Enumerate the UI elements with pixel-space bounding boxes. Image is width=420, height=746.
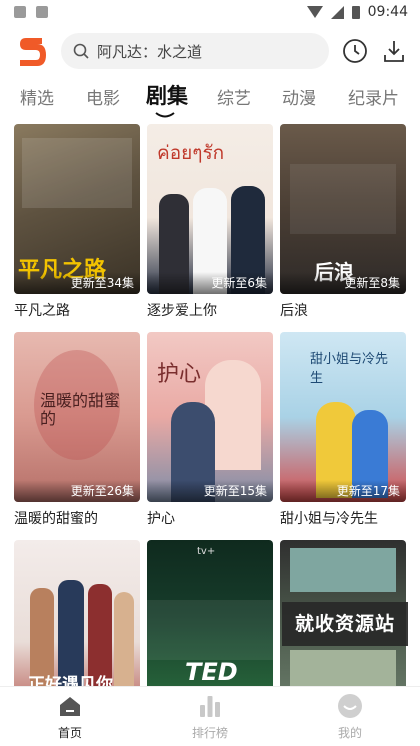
series-card[interactable]: 正好遇见你 (14, 540, 140, 710)
series-card[interactable]: tv+ TED (147, 540, 273, 710)
search-bar[interactable]: 阿凡达：水之道 (61, 33, 329, 69)
tab-series[interactable]: 剧集 (146, 80, 188, 110)
app-logo-icon[interactable] (16, 34, 46, 68)
tab-documentary[interactable]: 纪录片 (348, 84, 399, 109)
ranking-icon (200, 696, 220, 717)
nav-home-label: 首页 (57, 726, 82, 740)
update-badge: 更新至15集 (147, 480, 273, 502)
poster-title-text: 甜小姐与冷先生 (310, 352, 389, 386)
active-tab-indicator (155, 112, 175, 118)
status-left-icons (14, 6, 48, 18)
download-icon[interactable] (381, 38, 407, 64)
search-icon (73, 43, 89, 59)
search-placeholder: 阿凡达：水之道 (97, 42, 203, 61)
history-clock-icon[interactable] (342, 38, 368, 64)
wifi-icon (306, 6, 323, 18)
watermark-overlay: 就收资源站 (282, 602, 408, 646)
series-title[interactable]: 平凡之路 (14, 300, 140, 320)
notification-photo-icon (36, 6, 48, 18)
status-time: 09:44 (367, 4, 408, 20)
battery-icon (351, 5, 360, 19)
tab-movies[interactable]: 电影 (86, 84, 120, 109)
series-card[interactable]: 后浪 更新至8集 后浪 (280, 124, 406, 320)
nav-profile[interactable]: 我的 (310, 693, 390, 741)
series-poster[interactable]: 温暖的甜蜜的 更新至26集 (14, 332, 140, 502)
profile-icon (338, 694, 362, 718)
poster-title-text: TED (185, 658, 238, 686)
notification-image-icon (14, 6, 26, 18)
series-card[interactable]: ค่อยๆรัก 更新至6集 逐步爱上你 (147, 124, 273, 320)
series-card[interactable]: 温暖的甜蜜的 更新至26集 温暖的甜蜜的 (14, 332, 140, 528)
bottom-navigation: 首页 排行榜 我的 (0, 686, 420, 746)
series-card[interactable]: 护心 更新至15集 护心 (147, 332, 273, 528)
nav-home[interactable]: 首页 (30, 693, 110, 741)
tab-featured[interactable]: 精选 (20, 84, 54, 109)
series-title[interactable]: 后浪 (280, 300, 406, 320)
status-bar: 09:44 (0, 0, 420, 24)
series-poster[interactable]: 护心 更新至15集 (147, 332, 273, 502)
series-poster[interactable]: 正好遇见你 (14, 540, 140, 710)
update-badge: 更新至8集 (280, 272, 406, 294)
tab-variety[interactable]: 综艺 (217, 84, 251, 109)
poster-title-text: 护心 (157, 362, 202, 387)
series-title[interactable]: 甜小姐与冷先生 (280, 508, 406, 528)
series-poster[interactable]: 后浪 更新至8集 (280, 124, 406, 294)
series-card[interactable]: 甜小姐与冷先生 更新至17集 甜小姐与冷先生 (280, 332, 406, 528)
nav-ranking-label: 排行榜 (191, 726, 228, 740)
series-title[interactable]: 温暖的甜蜜的 (14, 508, 140, 528)
poster-title-text: 温暖的甜蜜的 (40, 391, 121, 428)
series-poster[interactable]: ค่อยๆรัก 更新至6集 (147, 124, 273, 294)
home-icon (60, 697, 80, 716)
nav-profile-label: 我的 (337, 726, 362, 740)
update-badge: 更新至26集 (14, 480, 140, 502)
signal-icon (330, 5, 344, 19)
series-poster[interactable]: 平凡之路 更新至34集 (14, 124, 140, 294)
series-card[interactable]: 平凡之路 更新至34集 平凡之路 (14, 124, 140, 320)
poster-title-text: ค่อยๆรัก (157, 142, 225, 164)
series-poster[interactable]: tv+ TED (147, 540, 273, 710)
series-title[interactable]: 逐步爱上你 (147, 300, 273, 320)
app-header: 阿凡达：水之道 (0, 28, 420, 76)
update-badge: 更新至17集 (280, 480, 406, 502)
apple-tv-logo-icon: tv+ (197, 546, 216, 557)
update-badge: 更新至34集 (14, 272, 140, 294)
series-title[interactable]: 护心 (147, 508, 273, 528)
tab-anime[interactable]: 动漫 (282, 84, 316, 109)
update-badge: 更新至6集 (147, 272, 273, 294)
series-poster[interactable]: 甜小姐与冷先生 更新至17集 (280, 332, 406, 502)
category-tabs: 精选 电影 剧集 综艺 动漫 纪录片 (0, 80, 420, 120)
nav-ranking[interactable]: 排行榜 (170, 693, 250, 741)
status-right-icons: 09:44 (306, 4, 408, 20)
